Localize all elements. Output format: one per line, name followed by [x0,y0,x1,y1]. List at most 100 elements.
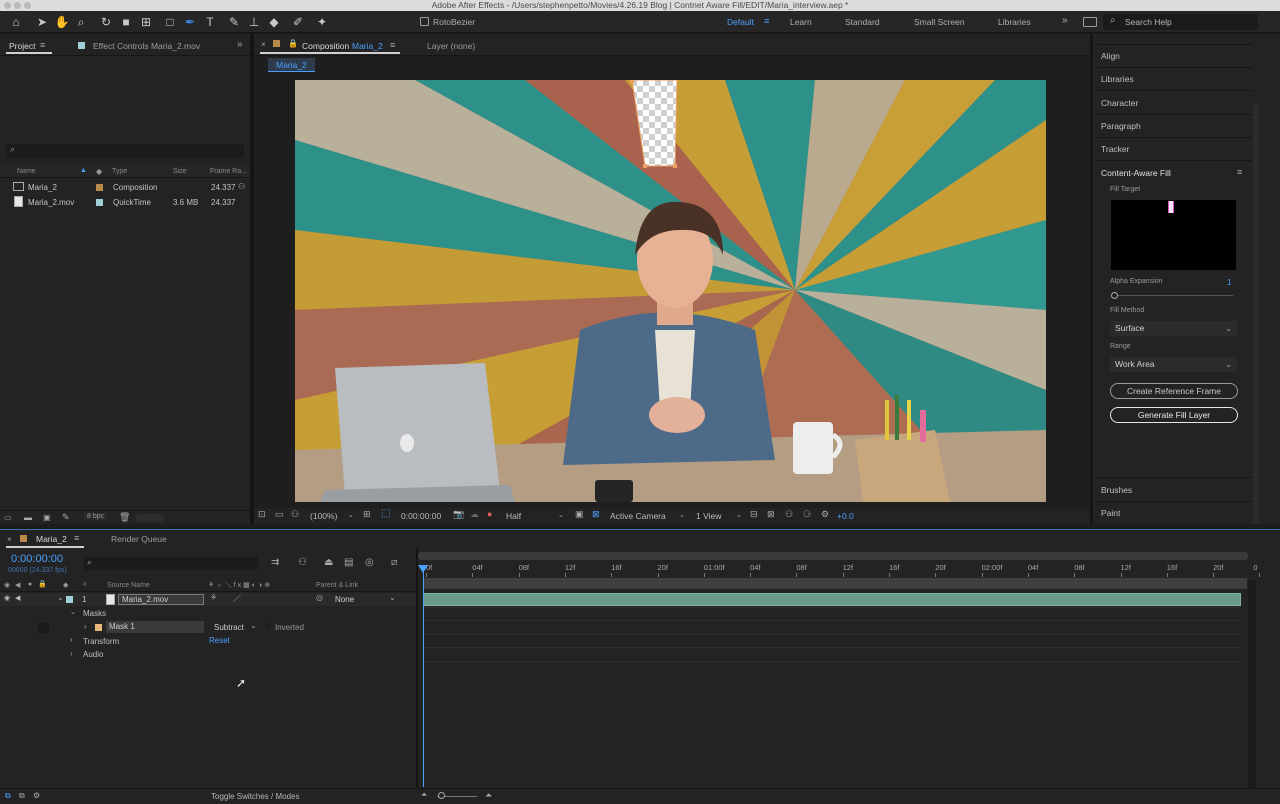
label-color-swatch[interactable] [96,184,103,191]
column-frame-rate[interactable]: Frame Ra... [210,168,247,175]
timeline-search-input[interactable]: ⌕ [84,557,258,570]
more-workspaces-icon[interactable]: » [1062,15,1068,26]
fill-method-dropdown[interactable]: Surface ⌄ [1110,321,1237,336]
resolution-dropdown[interactable]: Half [506,511,521,521]
panel-menu-icon[interactable]: ≡ [40,40,45,50]
bit-depth-button[interactable]: 8 bpc [84,513,108,520]
masks-group-label[interactable]: Masks [83,609,106,618]
mask-mode-dropdown[interactable]: Subtract [214,623,244,632]
tab-effect-controls[interactable]: Effect Controls Maria_2.mov [93,41,200,51]
transform-group-label[interactable]: Transform [83,637,119,646]
pen-tool-icon[interactable]: ✒ [182,14,198,30]
eye-icon[interactable]: ◉ [4,594,10,602]
alpha-expansion-slider[interactable] [1113,295,1233,296]
workspace-learn[interactable]: Learn [790,17,812,27]
region-of-interest-icon[interactable]: ⬚ [381,508,390,519]
inverted-checkbox[interactable] [265,623,271,629]
panel-menu-icon[interactable]: ≡ [390,40,395,50]
type-tool-icon[interactable]: T [202,14,218,30]
libraries-panel-header[interactable]: Libraries [1101,74,1134,84]
column-name[interactable]: Name [17,168,36,175]
create-reference-frame-button[interactable]: Create Reference Frame [1110,383,1238,399]
audio-group-label[interactable]: Audio [83,650,103,659]
graph-editor-icon[interactable]: ⧄ [391,557,397,568]
rotation-tool-icon[interactable]: ↻ [98,14,114,30]
lock-icon[interactable]: 🔒 [288,39,298,48]
quality-switch-icon[interactable]: ／ [233,593,241,604]
chevron-right-icon[interactable]: › [84,622,87,631]
flowchart-icon[interactable]: ⚇ [238,182,245,191]
comp-mini-flowchart-icon[interactable]: ⇉ [271,557,279,568]
toggle-switches-modes-button[interactable]: Toggle Switches / Modes [211,792,300,801]
roto-brush-tool-icon[interactable]: ✐ [290,14,306,30]
toggle-pixel-aspect-icon[interactable]: ⊟ [750,509,758,520]
mask-color-swatch[interactable] [95,624,102,631]
speaker-icon[interactable]: ◀ [15,594,20,602]
layer-switches-toggle-icon[interactable]: ⧉ [5,791,11,801]
rotobezier-checkbox[interactable] [420,17,429,26]
generate-fill-layer-button[interactable]: Generate Fill Layer [1110,407,1238,423]
frame-blending-icon[interactable]: ▤ [344,557,353,568]
paragraph-panel-header[interactable]: Paragraph [1101,121,1141,131]
column-type[interactable]: Type [112,168,127,175]
audio-toggle-icon[interactable]: ◀ [15,581,20,589]
interpret-footage-icon[interactable]: ▭ [4,513,12,522]
slider-handle[interactable] [1111,292,1118,299]
video-toggle-icon[interactable]: ◉ [4,581,10,589]
transform-reset-link[interactable]: Reset [209,636,230,645]
zoom-window-button[interactable] [24,2,31,9]
adjust-project-settings-icon[interactable]: ✎ [62,512,70,523]
mask-visibility-icon[interactable]: ⚇ [291,509,299,520]
workspace-menu-icon[interactable]: ≡ [764,16,769,26]
lock-icon[interactable]: 🔒 [38,580,47,588]
project-search-input[interactable]: ⌕ [6,144,244,158]
channel-rgb-icon[interactable]: ● [487,509,492,519]
pan-behind-tool-icon[interactable]: ⊞ [138,14,154,30]
parent-pickwhip-icon[interactable]: ◎ [316,593,323,602]
panel-menu-icon[interactable]: ≡ [1237,167,1242,177]
mask-name[interactable]: Mask 1 [106,621,204,633]
timeline-vertical-scrollbar[interactable] [1248,580,1256,790]
zoom-out-icon[interactable]: ⏶ [421,790,427,800]
tab-project[interactable]: Project [9,41,35,51]
work-area-bar[interactable] [418,552,1248,560]
layer-row[interactable]: ◉ ◀ ⌄ 1 Maria_2.mov ⚘ ／ ◎ None ⌄ [0,593,416,606]
thumbnail-slider[interactable] [135,514,165,522]
flowchart-icon[interactable]: ⚆ [803,509,811,520]
parent-dropdown[interactable]: None [335,595,354,604]
workspace-libraries[interactable]: Libraries [998,17,1031,27]
composition-frame[interactable] [295,80,1046,502]
camera-tool-icon[interactable]: ■ [118,14,134,30]
label-color-swatch[interactable] [96,199,103,206]
exposure-reset-icon[interactable]: ⚙ [821,509,829,520]
brush-tool-icon[interactable]: ✎ [226,14,242,30]
hand-tool-icon[interactable]: ✋ [54,14,70,30]
clone-stamp-tool-icon[interactable]: ⊥ [246,14,262,30]
zoom-tool-icon[interactable]: ⌕ [73,14,89,30]
composition-tab-name[interactable]: Maria_2 [352,41,383,51]
tracker-panel-header[interactable]: Tracker [1101,144,1130,154]
project-item-row[interactable]: Maria_2.mov QuickTime 3.6 MB 24.337 [0,195,250,209]
layer-name-field[interactable]: Maria_2.mov [118,594,204,605]
search-help-field[interactable]: ⌕ Search Help [1103,14,1258,30]
align-panel-header[interactable]: Align [1101,51,1120,61]
slider-handle[interactable] [438,792,445,799]
alpha-expansion-value[interactable]: 1 [1227,278,1231,287]
range-dropdown[interactable]: Work Area ⌄ [1110,357,1237,372]
trash-icon[interactable]: 🗑 [119,512,130,523]
layer-duration-bar[interactable] [423,593,1241,606]
home-icon[interactable]: ⌂ [8,14,24,30]
transfer-controls-icon[interactable]: ⧉ [19,791,25,801]
right-scrollbar[interactable] [1253,104,1259,524]
shy-switch-icon[interactable]: ⚘ [210,593,217,602]
magnification-dropdown[interactable]: (100%) [310,511,337,521]
draft-3d-icon[interactable]: ⚇ [298,557,307,568]
shy-layers-icon[interactable]: ⏏ [324,557,333,568]
close-tab-icon[interactable]: × [261,40,266,49]
camera-dropdown[interactable]: Active Camera [610,511,666,521]
close-tab-icon[interactable]: × [7,535,12,544]
selection-tool-icon[interactable]: ➤ [34,14,50,30]
panel-menu-icon[interactable]: ≡ [74,533,79,543]
character-panel-header[interactable]: Character [1101,98,1138,108]
view-layout-dropdown[interactable]: 1 View [696,511,721,521]
